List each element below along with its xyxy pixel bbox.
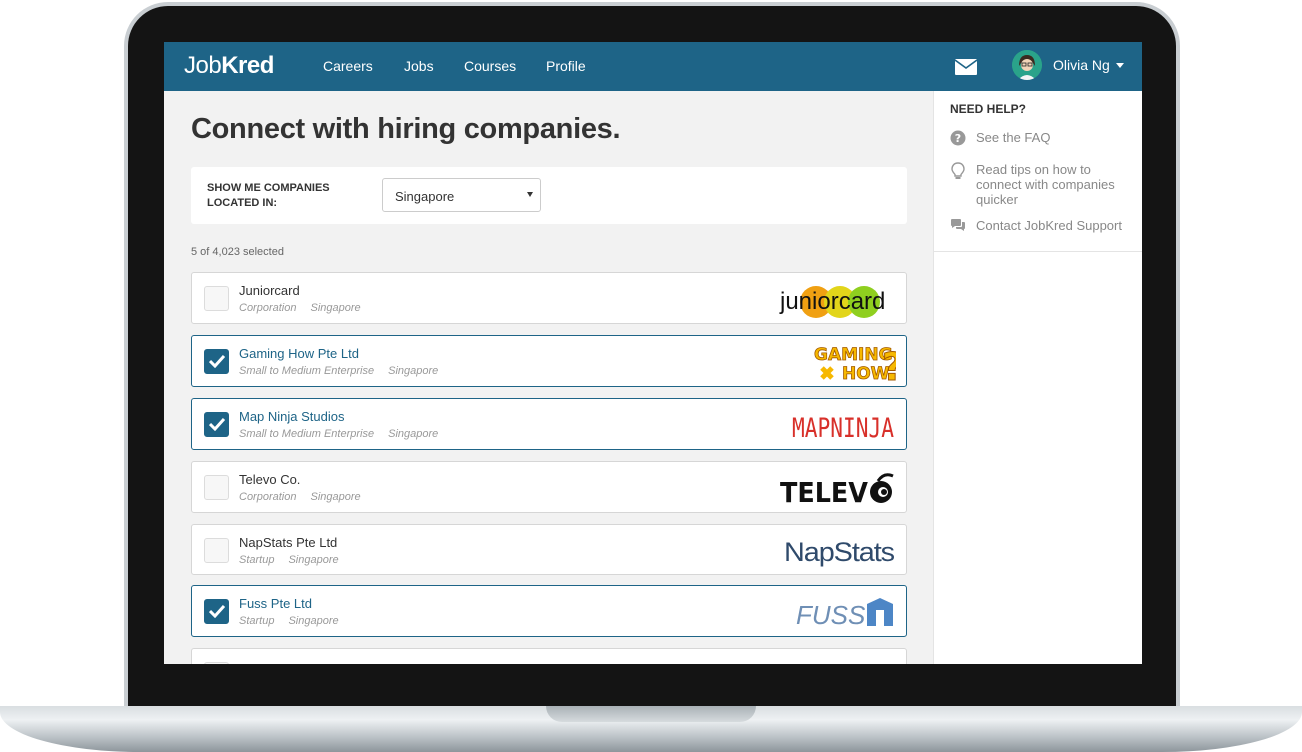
brand-bold: Kred — [221, 52, 274, 79]
company-name[interactable]: Map Ninja Studios — [239, 409, 345, 424]
avatar[interactable] — [1012, 50, 1042, 80]
map-ninja-logo-text: MAPNINJA — [792, 413, 894, 444]
selected-count: 5 of 4,023 selected — [191, 246, 284, 258]
brand-logo[interactable]: JobKred — [184, 52, 274, 80]
filter-label: SHOW ME COMPANIES LOCATED IN: — [207, 182, 330, 209]
help-sidebar: NEED HELP? ? See the FAQ Read tips on ho… — [933, 91, 1142, 664]
company-meta: Corporation Singapore — [239, 302, 361, 314]
juniorcard-logo: juniorcard — [779, 286, 885, 318]
company-card-map-ninja[interactable]: Map Ninja Studios Small to Medium Enterp… — [191, 398, 907, 450]
company-meta: Startup Singapore — [239, 554, 339, 566]
page-title: Connect with hiring companies. — [191, 113, 621, 145]
company-card-napstats[interactable]: NapStats Pte Ltd Startup Singapore NapSta… — [191, 524, 907, 575]
company-name[interactable]: Juniorcard — [239, 283, 300, 298]
location-select[interactable]: Singapore — [382, 178, 541, 212]
help-title: NEED HELP? — [950, 102, 1027, 116]
company-type: Corporation — [239, 302, 297, 314]
chat-icon — [951, 219, 965, 231]
map-ninja-logo: MAPNINJA — [792, 413, 894, 444]
faq-link-label[interactable]: See the FAQ — [976, 130, 1136, 145]
company-card-juniorcard[interactable]: Juniorcard Corporation Singapore juniorca… — [191, 272, 907, 324]
company-location: Singapore — [388, 428, 439, 440]
mail-icon[interactable] — [955, 59, 977, 75]
company-card-partial[interactable] — [191, 648, 907, 664]
laptop-notch — [546, 706, 756, 722]
company-name[interactable]: Televo Co. — [239, 472, 300, 487]
company-type: Startup — [239, 615, 275, 627]
question-icon: ? — [950, 130, 966, 146]
tips-link-label[interactable]: Read tips on how to connect with compani… — [976, 162, 1136, 207]
avatar-image — [1012, 50, 1042, 80]
gaming-how-logo-text-1: GAMING — [814, 345, 893, 365]
company-name[interactable]: Fuss Pte Ltd — [239, 596, 312, 611]
company-checkbox[interactable] — [204, 412, 229, 437]
company-checkbox[interactable] — [204, 349, 229, 374]
company-meta: Corporation Singapore — [239, 491, 361, 503]
company-checkbox[interactable] — [204, 286, 229, 311]
check-icon — [209, 418, 225, 431]
svg-text:?: ? — [955, 132, 961, 145]
location-filter: SHOW ME COMPANIES LOCATED IN: Singapore — [191, 167, 907, 224]
location-select-value: Singapore — [395, 189, 455, 204]
lightbulb-icon — [951, 162, 965, 179]
juniorcard-logo-text: juniorcard — [779, 288, 885, 315]
company-location: Singapore — [288, 554, 339, 566]
company-card-televo[interactable]: Televo Co. Corporation Singapore TELEV — [191, 461, 907, 513]
televo-logo-text: TELEV — [780, 476, 868, 509]
check-icon — [209, 355, 225, 368]
company-meta: Small to Medium Enterprise Singapore — [239, 428, 438, 440]
company-card-gaming-how[interactable]: Gaming How Pte Ltd Small to Medium Enter… — [191, 335, 907, 387]
company-name[interactable]: Gaming How Pte Ltd — [239, 346, 359, 361]
company-checkbox[interactable] — [204, 662, 229, 664]
company-location: Singapore — [310, 302, 361, 314]
nav-profile[interactable]: Profile — [546, 58, 586, 74]
help-panel: NEED HELP? ? See the FAQ Read tips on ho… — [934, 91, 1142, 252]
nav-courses[interactable]: Courses — [464, 58, 516, 74]
company-checkbox[interactable] — [204, 599, 229, 624]
company-checkbox[interactable] — [204, 475, 229, 500]
fuss-logo-text: FUSS — [796, 600, 866, 630]
company-type: Small to Medium Enterprise — [239, 428, 375, 440]
company-card-fuss[interactable]: Fuss Pte Ltd Startup Singapore FUSS — [191, 585, 907, 637]
gaming-how-logo: GAMING HOW ? — [814, 345, 896, 385]
company-meta: Small to Medium Enterprise Singapore — [239, 365, 438, 377]
fuss-logo: FUSS — [796, 598, 893, 630]
company-type: Small to Medium Enterprise — [239, 365, 375, 377]
chevron-down-icon[interactable] — [1116, 63, 1124, 68]
company-location: Singapore — [388, 365, 439, 377]
support-link-label[interactable]: Contact JobKred Support — [976, 218, 1136, 233]
navbar: JobKred Careers Jobs Courses Profile Oli… — [164, 42, 1142, 91]
main-content: Connect with hiring companies. SHOW ME C… — [164, 91, 933, 664]
company-location: Singapore — [288, 615, 339, 627]
select-arrow-icon — [527, 192, 533, 197]
brand-light: Job — [184, 52, 222, 79]
screen: JobKred Careers Jobs Courses Profile Oli… — [164, 42, 1142, 664]
company-type: Startup — [239, 554, 275, 566]
napstats-logo: NapStats — [784, 537, 896, 567]
svg-text:?: ? — [882, 345, 896, 384]
company-meta: Startup Singapore — [239, 615, 339, 627]
televo-logo: TELEV — [780, 473, 894, 509]
nav-jobs[interactable]: Jobs — [404, 58, 434, 74]
user-name[interactable]: Olivia Ng — [1053, 57, 1110, 73]
nav-careers[interactable]: Careers — [323, 58, 373, 74]
company-type: Corporation — [239, 491, 297, 503]
company-checkbox[interactable] — [204, 538, 229, 563]
napstats-logo-text: NapStats — [784, 537, 895, 567]
company-location: Singapore — [310, 491, 361, 503]
check-icon — [209, 605, 225, 618]
company-name[interactable]: NapStats Pte Ltd — [239, 535, 337, 550]
